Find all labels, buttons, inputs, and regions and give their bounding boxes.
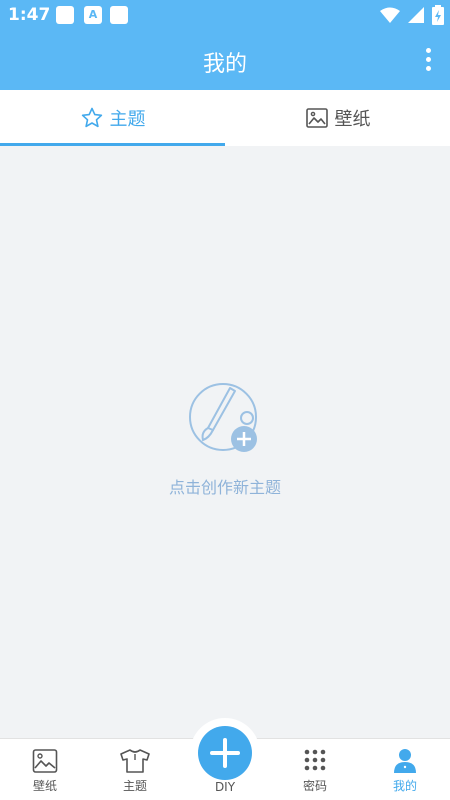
status-time: 1:47 — [8, 5, 51, 25]
tshirt-icon — [120, 749, 150, 773]
nav-wallpapers-label: 壁纸 — [32, 779, 57, 793]
tab-bar: 主题 壁纸 — [0, 90, 450, 146]
notification-icon — [56, 6, 74, 24]
nav-wallpapers[interactable]: 壁纸 — [0, 739, 90, 800]
tab-themes-label: 主题 — [109, 109, 146, 130]
tab-wallpapers-label: 壁纸 — [334, 109, 371, 130]
nav-diy-label: DIY — [214, 780, 236, 794]
nav-mine-label: 我的 — [392, 779, 417, 793]
app-bar: 我的 — [0, 30, 450, 90]
page-title: 我的 — [202, 52, 247, 77]
nav-themes-label: 主题 — [122, 779, 147, 793]
signal-icon — [408, 7, 424, 23]
app-notification-icon: A — [84, 6, 102, 24]
image-icon — [305, 108, 328, 128]
wallpaper-icon — [32, 749, 58, 773]
empty-state: 点击创作新主题 — [0, 380, 450, 498]
tab-themes[interactable]: 主题 — [0, 90, 225, 146]
more-options-icon[interactable] — [420, 46, 436, 76]
tab-wallpapers[interactable]: 壁纸 — [225, 90, 450, 146]
status-right-icons — [380, 5, 444, 25]
nav-themes[interactable]: 主题 — [90, 739, 180, 800]
notification-icon-2 — [110, 6, 128, 24]
keypad-icon — [304, 749, 326, 771]
palette-brush-add-icon[interactable] — [185, 380, 265, 460]
nav-password-label: 密码 — [302, 779, 327, 793]
battery-icon — [432, 5, 444, 25]
empty-state-message[interactable]: 点击创作新主题 — [0, 474, 450, 498]
person-icon — [394, 749, 416, 773]
diy-button-wrap — [190, 718, 260, 788]
status-bar: 1:47 A — [0, 0, 450, 30]
nav-password[interactable]: 密码 — [270, 739, 360, 800]
star-icon — [81, 107, 102, 128]
wifi-icon — [380, 7, 400, 23]
plus-icon[interactable] — [198, 726, 252, 780]
nav-mine[interactable]: 我的 — [360, 739, 450, 800]
